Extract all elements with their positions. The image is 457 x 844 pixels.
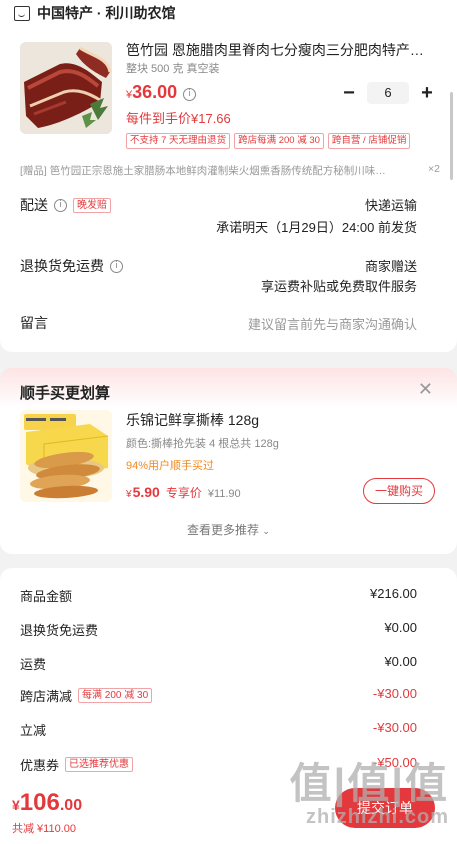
message-row[interactable]: 留言 建议留言前先与商家沟通确认 [20,313,417,333]
recommend-price-label: 专享价 [165,486,202,500]
recommend-product-spec: 颜色:撕棒抢先装 4 根总共 128g [126,438,279,450]
delivery-info-icon[interactable]: i [54,198,67,212]
recommend-original-price: ¥11.90 [207,488,241,500]
late-delivery-badge: 晚发赔 [73,197,111,213]
more-recommend-link[interactable]: 查看更多推荐 ⌄ [0,521,457,538]
return-shipping-label: 退换货免运费 [20,258,104,274]
product-title[interactable]: 笆竹园 恩施腊肉里脊肉七分瘦肉三分肥肉特产… [126,40,426,60]
total-saved[interactable]: 共减 ¥110.00 [12,820,76,836]
total-price: ¥ 106 .00 [12,789,82,817]
order-shop-card: 中国特产 · 利川助农馆 笆竹园 恩施腊肉里脊肉七分瘦肉三分肥肉特产… 整块 5… [0,0,457,352]
gift-count: ×2 [424,163,440,175]
delivery-promise: 承诺明天（1月29日）24:00 前发货 [216,220,417,235]
product-price: ¥ 36.00 i [126,82,197,103]
total-decimal: .00 [59,797,83,814]
summary-row-goods: 商品金额 ¥216.00 [20,586,417,606]
shop-header[interactable]: 中国特产 · 利川助农馆 [14,4,175,22]
checkout-bar: ¥ 106 .00 共减 ¥110.00 提交订单 [0,780,457,844]
return-shipping-sub: 享运费补贴或免费取件服务 [260,279,417,294]
per-item-final-price: 每件到手价¥17.66 [126,111,231,126]
chevron-down-icon: ⌄ [262,526,270,536]
summary-label: 运费 [20,657,47,672]
summary-row-coupon[interactable]: 优惠券 已选推荐优惠 -¥50.00 [20,755,417,775]
return-shipping-row[interactable]: 退换货免运费 i 商家赠送 享运费补贴或免费取件服务 [20,254,417,298]
return-shipping-value: 商家赠送 [364,259,417,274]
price-amount: 36.00 [132,82,178,102]
decrease-quantity-button[interactable]: − [341,83,357,103]
summary-label: 商品金额 [20,589,73,604]
close-icon[interactable]: ✕ [418,379,433,400]
tag-cross-store: 跨店每满 200 减 30 [234,133,324,149]
increase-quantity-button[interactable]: + [419,83,435,103]
store-icon [14,5,30,21]
recommend-title: 顺手买更划算 [20,385,111,402]
delivery-method: 快递运输 [364,198,417,213]
total-currency: ¥ [12,797,20,813]
coupon-badge: 已选推荐优惠 [65,757,134,772]
summary-label-text: 优惠券 [20,758,60,773]
one-click-buy-button[interactable]: 一键购买 [363,478,435,504]
summary-row-return-shipping: 退换货免运费 ¥0.00 [20,620,417,640]
return-shipping-info-icon[interactable]: i [110,259,123,273]
product-spec[interactable]: 整块 500 克 真空装 [126,60,220,76]
summary-row-instant-discount[interactable]: 立减 -¥30.00 [20,720,417,740]
recommend-price-currency: ¥ [126,489,132,500]
product-image[interactable] [20,42,112,134]
cross-store-badge: 每满 200 减 30 [78,688,153,703]
gift-text: [赠品] 笆竹园正宗恩施土家腊肠本地鲜肉灌制柴火烟熏香肠传统配方秘制川味… [20,165,386,177]
summary-label: 退换货免运费 [20,623,99,638]
total-amount: 106 [19,789,60,816]
tag-promo: 跨自营 / 店铺促销 [327,133,411,149]
shop-name: 中国特产 · 利川助农馆 [37,5,176,21]
quantity-value[interactable]: 6 [367,82,409,104]
recommend-price: ¥ 5.90 专享价 ¥11.90 [126,484,241,501]
summary-value: -¥30.00 [372,686,417,701]
delivery-label: 配送 [20,197,48,213]
more-recommend-label: 查看更多推荐 [187,523,260,537]
summary-label: 立减 [20,723,47,738]
quantity-stepper: − 6 + [341,82,435,104]
recommend-buyers: 94%用户顺手买过 [126,460,215,472]
summary-label: 优惠券 已选推荐优惠 [20,755,134,774]
summary-label-text: 跨店满减 [20,689,73,704]
summary-value: ¥0.00 [384,654,417,669]
product-tags: 不支持 7 天无理由退货 跨店每满 200 减 30 跨自营 / 店铺促销 [126,133,411,149]
price-info-icon[interactable]: i [183,88,197,101]
summary-value: -¥50.00 [372,755,417,770]
summary-value: ¥0.00 [384,620,417,635]
scrollbar-thumb[interactable] [450,92,453,180]
recommend-price-amount: 5.90 [132,484,160,500]
tag-no-return: 不支持 7 天无理由退货 [126,133,231,149]
message-input[interactable]: 建议留言前先与商家沟通确认 [248,314,417,333]
gift-item[interactable]: [赠品] 笆竹园正宗恩施土家腊肠本地鲜肉灌制柴火烟熏香肠传统配方秘制川味… ×2 [20,163,440,178]
submit-order-button[interactable]: 提交订单 [335,788,435,828]
message-label: 留言 [20,315,48,331]
summary-label: 跨店满减 每满 200 减 30 [20,686,153,705]
summary-row-shipping: 运费 ¥0.00 [20,654,417,674]
summary-row-cross-store[interactable]: 跨店满减 每满 200 减 30 -¥30.00 [20,686,417,706]
summary-value: ¥216.00 [370,586,417,601]
recommend-card: 顺手买更划算 ✕ 乐锦记鲜享撕棒 128g 颜色:撕棒抢先装 4 根总共 128… [0,368,457,554]
recommend-product-image[interactable] [20,410,112,502]
summary-value: -¥30.00 [372,720,417,735]
delivery-row[interactable]: 配送 i 晚发赔 快递运输 承诺明天（1月29日）24:00 前发货 [20,193,417,237]
recommend-product-name[interactable]: 乐锦记鲜享撕棒 128g [126,410,259,430]
